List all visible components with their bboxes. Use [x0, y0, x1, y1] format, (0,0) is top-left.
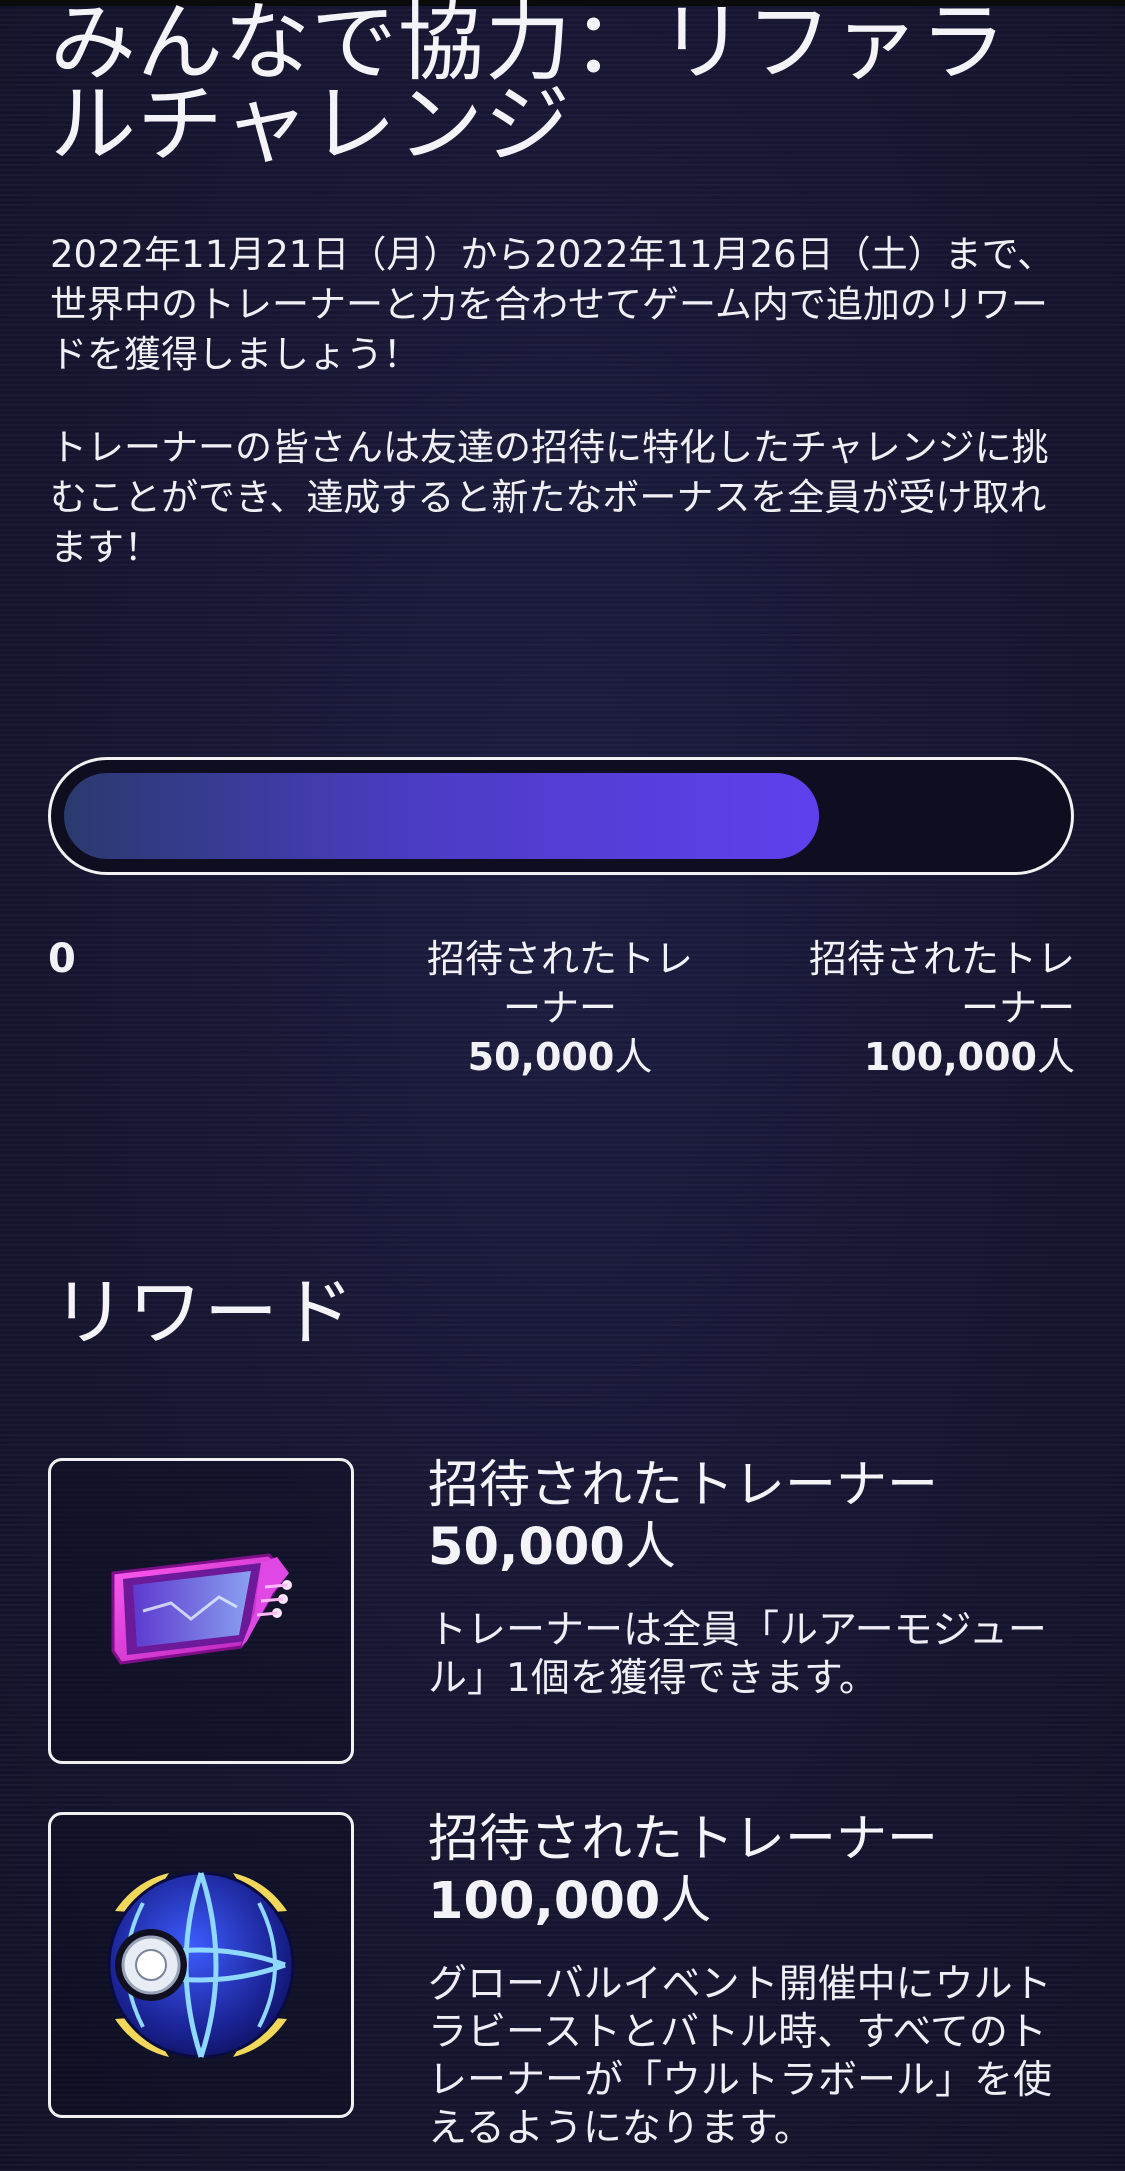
reward-unit: 人	[624, 1518, 676, 1577]
page-title: みんなで協力：リファラルチャレンジ	[50, 0, 1007, 175]
milestone-100000: 招待されたトレーナー 100,000人	[790, 935, 1075, 1082]
intro-paragraph-dates: 2022年11月21日（月）から2022年11月26日（土）まで、世界中のトレー…	[50, 233, 1055, 376]
lure-module-icon	[111, 1553, 292, 1665]
progress-bar-fill	[64, 773, 819, 859]
ultra-ball-icon	[107, 1871, 295, 2059]
reward-label: 招待されたトレーナー	[428, 1456, 939, 1515]
event-page: みんなで協力：リファラルチャレンジ 2022年11月21日（月）から2022年1…	[0, 0, 1125, 2171]
reward-description: グローバルイベント開催中にウルトラビーストとバトル時、すべてのトレーナーが「ウル…	[428, 1962, 1053, 2151]
milestone-number: 100,000	[863, 1035, 1037, 1079]
milestone-unit: 人	[614, 1035, 653, 1079]
reward-number: 100,000	[428, 1872, 661, 1931]
progress-bar	[48, 757, 1074, 875]
reward-image-ultra-ball	[48, 1812, 354, 2118]
rewards-section-title: リワード	[52, 1270, 356, 1356]
reward-heading: 招待されたトレーナー 50,000人	[428, 1455, 1078, 1579]
milestone-zero: 0	[48, 936, 76, 982]
milestone-50000: 招待されたトレーナー 50,000人	[420, 935, 700, 1082]
reward-description: トレーナーは全員「ルアーモジュール」1個を獲得できます。	[428, 1608, 1047, 1701]
reward-item-100000: 招待されたトレーナー 100,000人 グローバルイベント開催中にウルトラビース…	[428, 1809, 1078, 2153]
milestone-number: 50,000	[467, 1035, 615, 1079]
intro-paragraph-challenge: トレーナーの皆さんは友達の招待に特化したチャレンジに挑むことができ、達成すると新…	[50, 426, 1049, 569]
milestone-label: 招待されたトレーナー	[808, 937, 1075, 1030]
reward-label: 招待されたトレーナー	[428, 1810, 939, 1869]
reward-number: 50,000	[428, 1518, 625, 1577]
reward-item-50000: 招待されたトレーナー 50,000人 トレーナーは全員「ルアーモジュール」1個を…	[428, 1455, 1078, 1703]
milestone-label: 招待されたトレーナー	[426, 937, 693, 1030]
milestone-unit: 人	[1036, 1035, 1075, 1079]
reward-image-lure-module	[48, 1458, 354, 1764]
reward-unit: 人	[660, 1872, 712, 1931]
reward-heading: 招待されたトレーナー 100,000人	[428, 1809, 1078, 1933]
